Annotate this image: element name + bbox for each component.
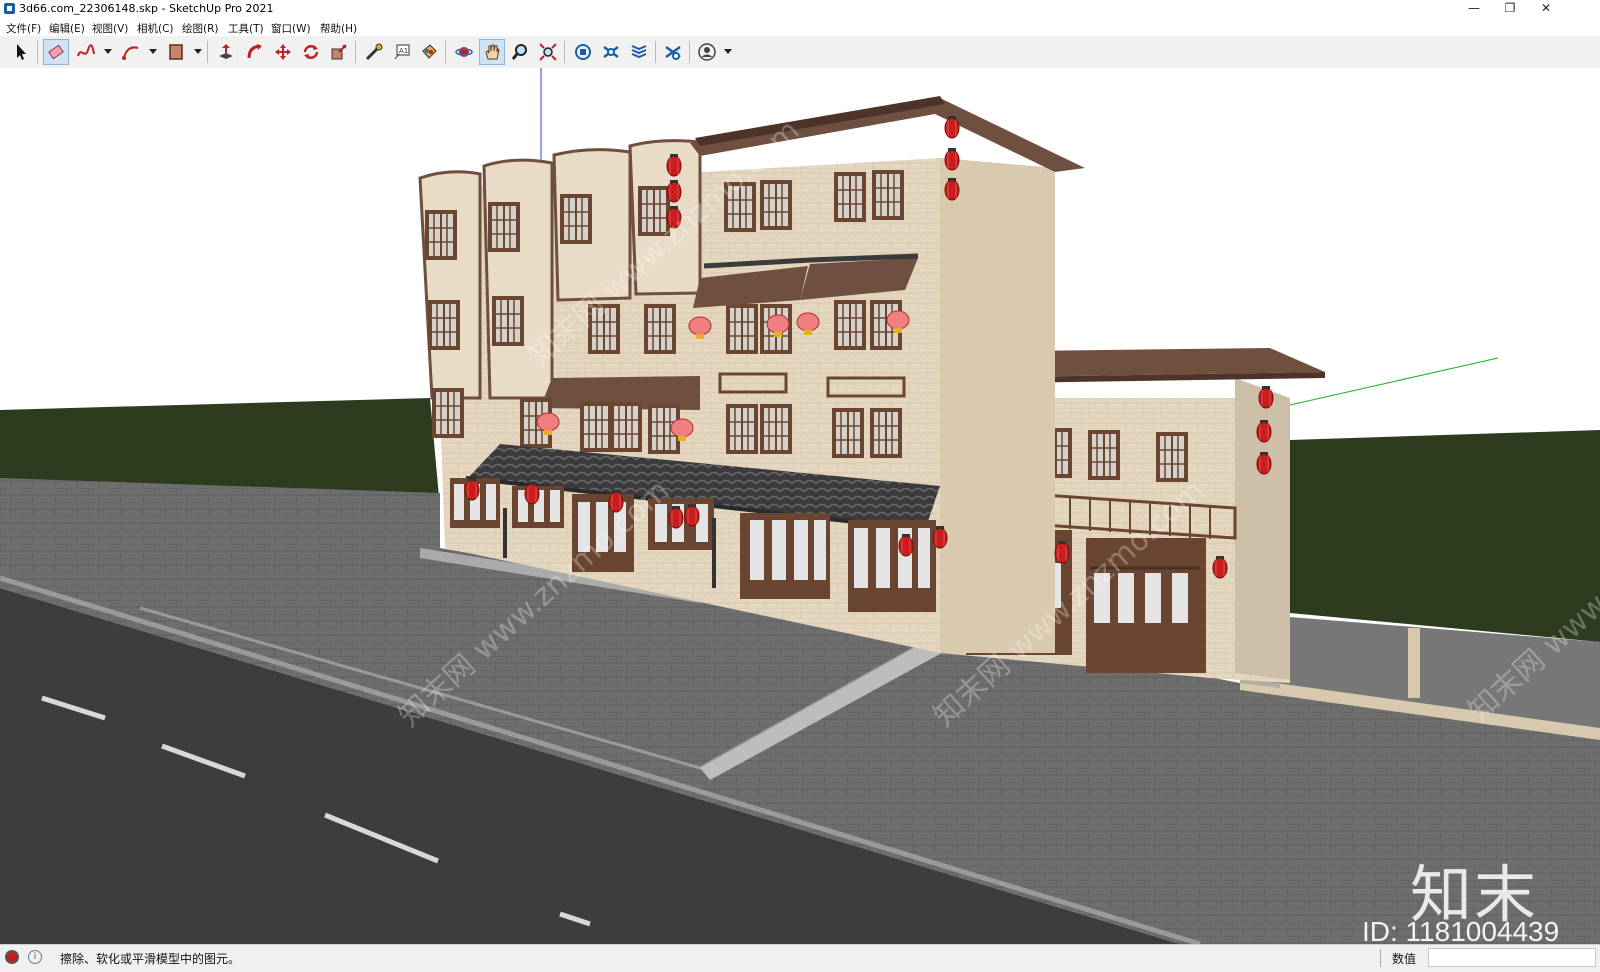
menu-help[interactable]: 帮助(H) [320, 21, 357, 36]
scale-tool-button[interactable] [326, 39, 352, 65]
scene-render: 知末网 www.znzmo.com 知末网 www.znzmo.com 知末网 … [0, 68, 1600, 944]
text-tool-button[interactable]: A1 [389, 39, 415, 65]
arc-tool-button[interactable] [118, 39, 144, 65]
menu-draw[interactable]: 绘图(R) [182, 21, 219, 36]
orbit-tool-button[interactable] [451, 39, 477, 65]
arc-icon [122, 46, 139, 60]
account-button[interactable] [694, 39, 720, 65]
follow-me-icon [247, 44, 262, 59]
warehouse-icon [575, 44, 591, 60]
zoom-tool-button[interactable] [507, 39, 533, 65]
rotate-tool-button[interactable] [298, 39, 324, 65]
sketchup-app-icon [4, 3, 15, 14]
layout-button[interactable] [626, 39, 652, 65]
svg-text:知末网 www.znzmo.com: 知末网 www.znzmo.com [1072, 88, 1356, 349]
text-icon: A1 [394, 44, 410, 60]
model-viewport[interactable]: 知末网 www.znzmo.com 知末网 www.znzmo.com 知末网 … [0, 68, 1600, 944]
title-bar: 3d66.com_22306148.skp - SketchUp Pro 202… [0, 0, 1600, 18]
info-icon[interactable]: i [28, 950, 42, 964]
push-pull-icon [219, 44, 233, 59]
extension-manager-button[interactable] [660, 39, 686, 65]
rotate-icon [303, 45, 319, 59]
eraser-icon [48, 44, 64, 60]
scale-icon [331, 44, 347, 60]
warehouse-button[interactable] [570, 39, 596, 65]
push-pull-tool-button[interactable] [213, 39, 239, 65]
measurement-label: 数值 [1392, 952, 1417, 966]
rectangle-icon [169, 44, 183, 60]
restore-button[interactable]: ❐ [1492, 0, 1528, 18]
close-button[interactable]: ✕ [1528, 0, 1564, 18]
extension-warehouse-button[interactable] [598, 39, 624, 65]
move-icon [275, 44, 291, 60]
geo-location-icon[interactable] [5, 950, 19, 964]
window-title: 3d66.com_22306148.skp - SketchUp Pro 202… [19, 2, 274, 15]
zoom-icon [511, 44, 527, 60]
pan-icon [485, 44, 500, 60]
select-tool-button[interactable] [8, 39, 34, 65]
menu-view[interactable]: 视图(V) [92, 21, 128, 36]
status-message: 擦除、软化或平滑模型中的图元。 [60, 952, 241, 966]
paint-bucket-tool-button[interactable] [416, 39, 442, 65]
watermark-id: ID: 1181004439 [1362, 916, 1560, 944]
eraser-tool-button[interactable] [43, 39, 69, 65]
minimize-button[interactable]: — [1456, 0, 1492, 18]
account-icon [698, 43, 716, 61]
follow-me-tool-button[interactable] [242, 39, 268, 65]
paint-bucket-icon [422, 44, 437, 59]
menu-edit[interactable]: 编辑(E) [49, 21, 85, 36]
zoom-extents-tool-button[interactable] [535, 39, 561, 65]
layout-icon [631, 45, 647, 59]
move-tool-button[interactable] [270, 39, 296, 65]
menu-bar: 文件(F) 编辑(E) 视图(V) 相机(C) 绘图(R) 工具(T) 窗口(W… [0, 18, 1600, 36]
svg-text:A1: A1 [399, 47, 408, 55]
extension-manager-icon [665, 45, 681, 60]
main-toolbar: A1 [0, 36, 1600, 69]
orbit-icon [455, 47, 473, 57]
measurement-input[interactable] [1428, 948, 1596, 967]
rectangle-tool-button[interactable] [163, 39, 189, 65]
pan-tool-button[interactable] [479, 39, 505, 65]
select-icon [17, 44, 26, 60]
menu-window[interactable]: 窗口(W) [271, 21, 311, 36]
tape-measure-icon [365, 43, 383, 61]
freehand-line-icon [77, 44, 95, 57]
menu-file[interactable]: 文件(F) [6, 21, 41, 36]
status-bar: i 擦除、软化或平滑模型中的图元。 数值 [0, 944, 1600, 972]
menu-tools[interactable]: 工具(T) [228, 21, 264, 36]
tape-measure-tool-button[interactable] [361, 39, 387, 65]
freehand-tool-button[interactable] [73, 39, 99, 65]
svg-text:知末网 www.znzmo.com: 知末网 www.znzmo.com [0, 118, 276, 379]
menu-camera[interactable]: 相机(C) [137, 21, 174, 36]
zoom-extents-icon [539, 43, 557, 61]
extension-warehouse-icon [603, 45, 619, 59]
